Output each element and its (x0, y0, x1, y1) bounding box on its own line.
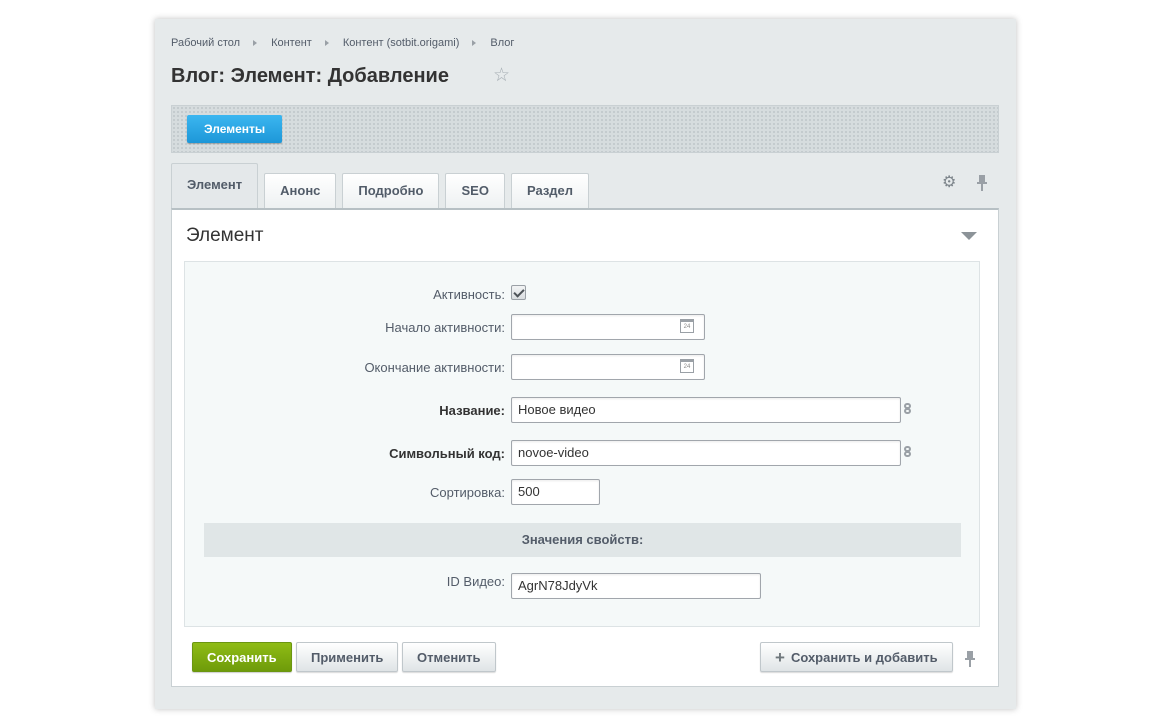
breadcrumb-item-vlog[interactable]: Влог (490, 37, 514, 49)
breadcrumb-separator-icon (472, 40, 477, 46)
collapse-icon[interactable] (961, 232, 977, 240)
code-label: Символьный код: (389, 446, 505, 461)
tab-seo[interactable]: SEO (445, 173, 505, 208)
name-input[interactable]: Новое видео (511, 397, 901, 423)
breadcrumb-item-content-origami[interactable]: Контент (sotbit.origami) (343, 37, 460, 49)
video-id-label: ID Видео: (446, 574, 505, 589)
sort-input[interactable]: 500 (511, 479, 600, 505)
start-date-input[interactable] (511, 314, 705, 340)
end-label: Окончание активности: (364, 360, 505, 375)
tab-preview[interactable]: Анонс (264, 173, 337, 208)
breadcrumb-item-desktop[interactable]: Рабочий стол (171, 37, 240, 49)
apply-button[interactable]: Применить (296, 642, 399, 672)
elements-button[interactable]: Элементы (187, 115, 283, 143)
element-form: Активность: Начало активности: 24 Оконча… (184, 261, 980, 627)
link-icon[interactable] (904, 403, 912, 419)
active-checkbox[interactable] (511, 285, 526, 300)
save-button[interactable]: Сохранить (192, 642, 292, 672)
section-title: Элемент (186, 225, 264, 246)
tab-section[interactable]: Раздел (510, 173, 590, 208)
sort-label: Сортировка: (430, 485, 505, 500)
properties-header: Значения свойств: (204, 523, 961, 557)
tab-bar: Элемент Анонс Подробно SEO Раздел (171, 163, 595, 208)
save-and-add-label: Сохранить и добавить (790, 650, 938, 665)
admin-page: Рабочий стол Контент Контент (sotbit.ori… (155, 19, 1016, 709)
toolbar: Элементы (171, 105, 999, 153)
name-label: Название: (439, 403, 505, 418)
end-date-input[interactable] (511, 354, 705, 380)
breadcrumb-item-content[interactable]: Контент (271, 37, 312, 49)
pin-icon[interactable] (963, 650, 977, 668)
save-and-add-button[interactable]: + Сохранить и добавить (760, 642, 953, 672)
code-input[interactable]: novoe-video (511, 440, 901, 466)
breadcrumb-separator-icon (324, 40, 329, 46)
calendar-icon[interactable]: 24 (680, 359, 694, 373)
breadcrumb: Рабочий стол Контент Контент (sotbit.ori… (171, 36, 514, 50)
star-icon[interactable]: ☆ (493, 66, 513, 86)
element-panel: Элемент Активность: Начало активности: 2… (171, 208, 999, 687)
video-id-input[interactable]: AgrN78JdyVk (511, 573, 761, 599)
cancel-button[interactable]: Отменить (402, 642, 496, 672)
plus-icon: + (775, 648, 785, 667)
page-title: Влог: Элемент: Добавление (171, 65, 449, 87)
link-icon[interactable] (904, 446, 912, 462)
breadcrumb-separator-icon (253, 40, 258, 46)
active-label: Активность: (433, 287, 505, 302)
pin-icon[interactable] (975, 174, 989, 192)
calendar-icon[interactable]: 24 (680, 319, 694, 333)
tab-detail[interactable]: Подробно (342, 173, 440, 208)
gear-icon[interactable]: ⚙ (942, 175, 958, 191)
start-label: Начало активности: (385, 320, 505, 335)
tab-element[interactable]: Элемент (171, 163, 259, 208)
